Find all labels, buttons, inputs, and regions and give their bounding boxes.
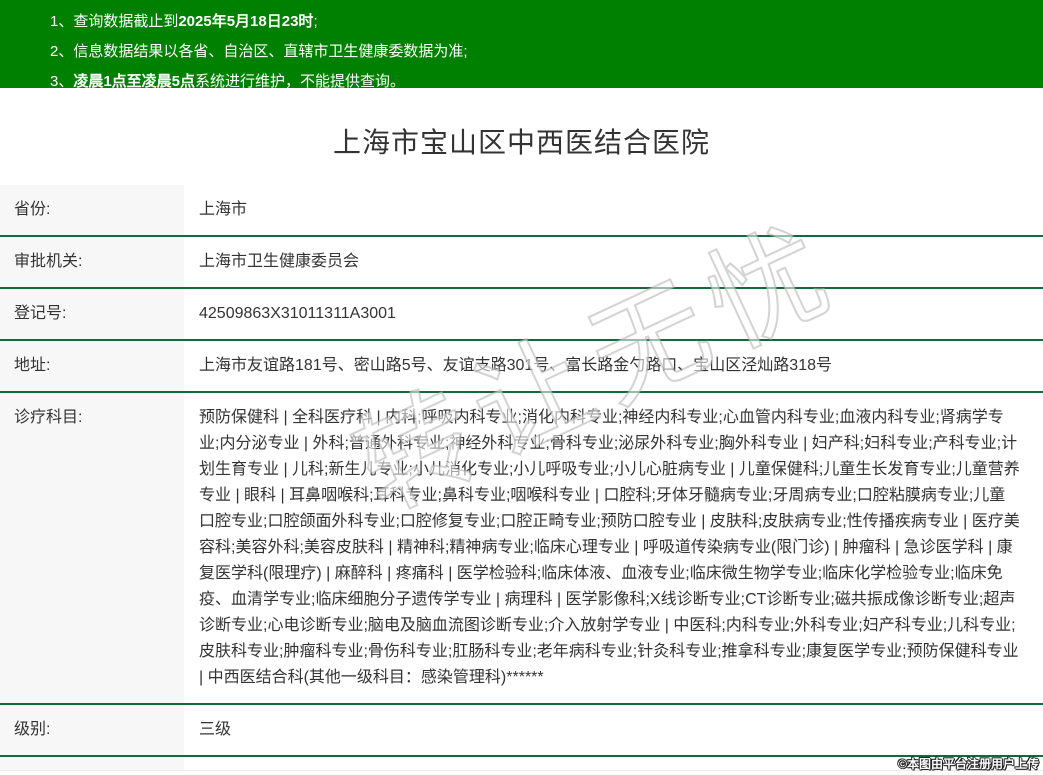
row-label-medical-subjects: 诊疗科目: [0, 393, 184, 703]
row-label-province: 省份: [0, 185, 184, 235]
notice-bold-text: 2025年5月18日23时 [178, 13, 314, 30]
table-row-province: 省份: 上海市 [0, 185, 1043, 237]
table-row-address: 地址: 上海市友谊路181号、密山路5号、友谊支路301号、富长路金勺路口、宝山… [0, 341, 1043, 393]
hospital-name-title: 上海市宝山区中西医结合医院 [332, 127, 710, 158]
row-value-level: 三级 [199, 721, 232, 738]
table-row-level: 级别: 三级 [0, 705, 1043, 757]
notice-line-1: 1、查询数据截止到2025年5月18日23时; [50, 7, 1023, 37]
row-value-address: 上海市友谊路181号、密山路5号、友谊支路301号、富长路金勺路口、宝山区泾灿路… [199, 357, 832, 374]
notice-text: ; [313, 13, 318, 30]
table-row-stub [0, 757, 1043, 771]
table-row-registration-number: 登记号: 42509863X31011311A3001 [0, 289, 1043, 341]
notice-bold-text: 凌晨1点至凌晨5点 [73, 73, 196, 90]
row-value-province: 上海市 [199, 201, 248, 218]
upload-attribution-note: ©本图由平台注册用户上传 [898, 757, 1039, 771]
notice-text: 2、信息数据结果以各省、自治区、直辖市卫生健康委数据为准; [50, 43, 468, 60]
notice-line-2: 2、信息数据结果以各省、自治区、直辖市卫生健康委数据为准; [50, 37, 1023, 67]
notice-text: 1、查询数据截止到 [50, 13, 179, 30]
row-value-medical-subjects: 预防保健科 | 全科医疗科 | 内科;呼吸内科专业;消化内科专业;神经内科专业;… [199, 409, 1020, 686]
row-value-approval-authority: 上海市卫生健康委员会 [199, 253, 360, 270]
table-row-medical-subjects: 诊疗科目: 预防保健科 | 全科医疗科 | 内科;呼吸内科专业;消化内科专业;神… [0, 393, 1043, 705]
notice-line-3: 3、凌晨1点至凌晨5点系统进行维护，不能提供查询。 [50, 67, 1023, 97]
row-label-registration-number: 登记号: [0, 289, 184, 339]
stub-label-cell [0, 757, 184, 770]
row-value-registration-number: 42509863X31011311A3001 [199, 305, 396, 322]
hospital-info-table: 省份: 上海市 审批机关: 上海市卫生健康委员会 登记号: 42509863X3… [0, 185, 1043, 771]
row-label-level: 级别: [0, 705, 184, 755]
row-label-address: 地址: [0, 341, 184, 391]
row-label-approval-authority: 审批机关: [0, 237, 184, 287]
notice-text: 系统进行维护，不能提供查询。 [195, 73, 406, 90]
notice-banner: 1、查询数据截止到2025年5月18日23时; 2、信息数据结果以各省、自治区、… [0, 0, 1043, 90]
notice-text: 3、 [50, 73, 74, 90]
table-row-approval-authority: 审批机关: 上海市卫生健康委员会 [0, 237, 1043, 289]
